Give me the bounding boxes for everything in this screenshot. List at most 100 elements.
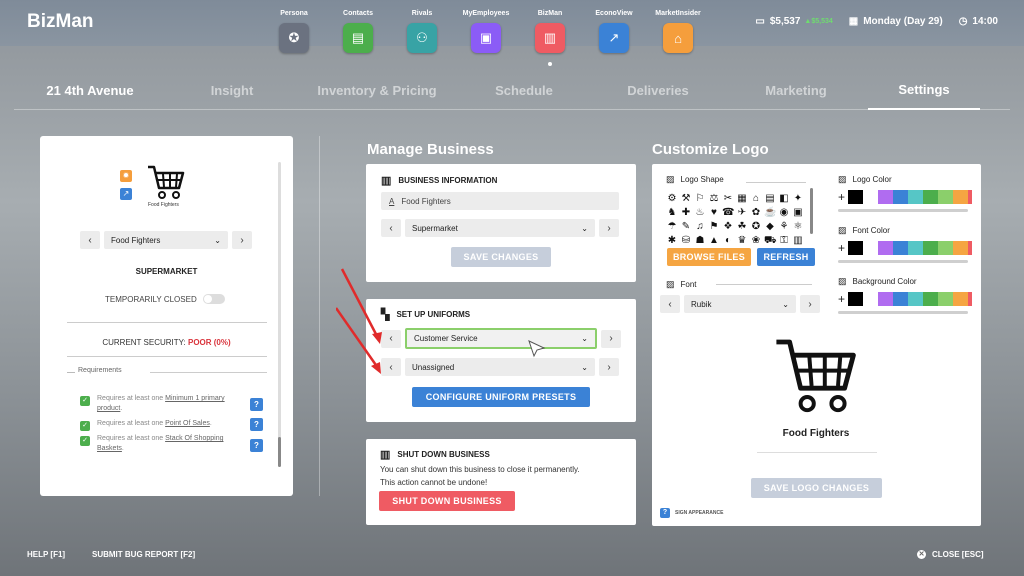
logo-shape-option[interactable]: ✂ bbox=[722, 192, 734, 205]
app-econoview[interactable]: EconoView ↗ bbox=[582, 10, 646, 53]
logo-shape-option[interactable]: ♞ bbox=[666, 206, 678, 219]
chat-icon[interactable]: ▤ bbox=[343, 23, 373, 53]
logo-shape-option[interactable]: ❀ bbox=[750, 234, 762, 247]
logo-shape-option[interactable]: ⚖ bbox=[708, 192, 720, 205]
logo-shape-option[interactable]: ⛟ bbox=[764, 234, 777, 247]
background-color-slider[interactable] bbox=[838, 311, 968, 314]
logo-shape-option[interactable]: ✎ bbox=[680, 220, 692, 233]
color-swatch[interactable] bbox=[953, 190, 969, 204]
logo-shape-option[interactable]: ☕ bbox=[764, 206, 776, 219]
logo-shape-option[interactable]: ⚙ bbox=[666, 192, 678, 205]
configure-uniform-presets-button[interactable]: CONFIGURE UNIFORM PRESETS bbox=[412, 387, 590, 407]
prev-font-button[interactable]: ‹ bbox=[660, 295, 680, 313]
logo-shape-option[interactable]: ⚿ bbox=[778, 234, 790, 247]
color-swatch[interactable] bbox=[863, 241, 879, 255]
next-font-button[interactable]: › bbox=[800, 295, 820, 313]
tab-deliveries[interactable]: Deliveries bbox=[592, 70, 724, 110]
close-button[interactable]: ✕ CLOSE [ESC] bbox=[917, 550, 984, 559]
logo-shape-option[interactable]: ▤ bbox=[764, 192, 776, 205]
shape-scrollbar[interactable] bbox=[810, 188, 813, 234]
help-link[interactable]: HELP [F1] bbox=[27, 550, 65, 559]
color-swatch[interactable] bbox=[938, 292, 954, 306]
logo-shape-option[interactable]: ✦ bbox=[792, 192, 804, 205]
color-swatch[interactable] bbox=[923, 292, 939, 306]
store-icon[interactable]: ▥ bbox=[535, 23, 565, 53]
logo-shape-option[interactable]: ✚ bbox=[680, 206, 692, 219]
sign-appearance[interactable]: ? SIGN APPEARANCE bbox=[660, 508, 723, 518]
color-swatch[interactable] bbox=[968, 292, 973, 306]
settings-mini-icon[interactable]: ✹ bbox=[120, 170, 132, 182]
logo-shape-option[interactable]: ◐ bbox=[722, 234, 734, 247]
uniform-dropdown-2[interactable]: Unassigned ⌄ bbox=[405, 358, 595, 376]
app-contacts[interactable]: Contacts ▤ bbox=[326, 10, 390, 53]
color-swatch[interactable] bbox=[893, 241, 909, 255]
app-marketinsider[interactable]: MarketInsider ⌂ bbox=[646, 10, 710, 53]
logo-shape-option[interactable]: ◧ bbox=[778, 192, 790, 205]
color-swatch[interactable] bbox=[923, 241, 939, 255]
color-swatch[interactable] bbox=[938, 241, 954, 255]
logo-shape-option[interactable]: ✱ bbox=[666, 234, 678, 247]
logo-shape-option[interactable]: ⚐ bbox=[694, 192, 706, 205]
trend-icon[interactable]: ↗ bbox=[599, 23, 629, 53]
logo-shape-option[interactable]: ♥ bbox=[708, 206, 720, 219]
tab-address[interactable]: 21 4th Avenue bbox=[14, 70, 166, 110]
refresh-button[interactable]: REFRESH bbox=[757, 248, 815, 266]
next-uniform-button[interactable]: › bbox=[599, 358, 619, 376]
tab-marketing[interactable]: Marketing bbox=[724, 70, 868, 110]
requirement-link[interactable]: Point Of Sales bbox=[165, 420, 210, 427]
color-swatch[interactable] bbox=[863, 190, 879, 204]
color-swatch[interactable] bbox=[908, 190, 924, 204]
logo-shape-option[interactable]: ⚛ bbox=[792, 220, 804, 233]
business-type-dropdown[interactable]: Supermarket ⌄ bbox=[405, 219, 595, 237]
app-bizman[interactable]: BizMan ▥ bbox=[518, 10, 582, 66]
save-changes-button[interactable]: SAVE CHANGES bbox=[451, 247, 551, 267]
color-swatch[interactable] bbox=[893, 190, 909, 204]
color-swatch[interactable] bbox=[848, 241, 864, 255]
prev-business-button[interactable]: ‹ bbox=[80, 231, 100, 249]
color-swatch[interactable] bbox=[863, 292, 879, 306]
logo-shape-option[interactable]: ✈ bbox=[736, 206, 748, 219]
prev-type-button[interactable]: ‹ bbox=[381, 219, 401, 237]
logo-shape-option[interactable]: ♨ bbox=[694, 206, 706, 219]
save-logo-changes-button[interactable]: SAVE LOGO CHANGES bbox=[751, 478, 882, 498]
tab-inventory-pricing[interactable]: Inventory & Pricing bbox=[298, 70, 456, 110]
business-dropdown[interactable]: Food Fighters ⌄ bbox=[104, 231, 228, 249]
logo-shape-option[interactable]: ◉ bbox=[778, 206, 790, 219]
tab-insight[interactable]: Insight bbox=[166, 70, 298, 110]
tab-settings[interactable]: Settings bbox=[868, 70, 980, 110]
color-swatch[interactable] bbox=[908, 292, 924, 306]
star-badge-icon[interactable]: ✪ bbox=[279, 23, 309, 53]
id-badge-icon[interactable]: ▣ bbox=[471, 23, 501, 53]
temporarily-closed-toggle[interactable] bbox=[202, 294, 225, 304]
color-swatch[interactable] bbox=[968, 190, 973, 204]
card-scrollbar[interactable] bbox=[278, 162, 281, 467]
color-swatch[interactable] bbox=[923, 190, 939, 204]
app-myemployees[interactable]: MyEmployees ▣ bbox=[454, 10, 518, 53]
logo-shape-option[interactable]: ◆ bbox=[764, 220, 776, 233]
font-color-slider[interactable] bbox=[838, 260, 968, 263]
logo-shape-option[interactable]: ⚑ bbox=[708, 220, 720, 233]
logo-shape-option[interactable]: ✿ bbox=[750, 206, 762, 219]
help-button[interactable]: ? bbox=[250, 418, 263, 431]
next-uniform-button[interactable]: › bbox=[601, 329, 621, 348]
logo-shape-option[interactable]: ☎ bbox=[722, 206, 734, 219]
add-color-icon[interactable]: + bbox=[838, 190, 845, 204]
logo-shape-option[interactable]: ✪ bbox=[750, 220, 762, 233]
business-name-input[interactable]: A Food Fighters bbox=[381, 192, 619, 210]
house-chart-icon[interactable]: ⌂ bbox=[663, 23, 693, 53]
logo-shape-option[interactable]: ⛁ bbox=[680, 234, 692, 247]
logo-shape-option[interactable]: ❖ bbox=[722, 220, 734, 233]
next-type-button[interactable]: › bbox=[599, 219, 619, 237]
logo-shape-option[interactable]: ☗ bbox=[694, 234, 706, 247]
logo-shape-option[interactable]: ▣ bbox=[792, 206, 804, 219]
color-swatch[interactable] bbox=[938, 190, 954, 204]
logo-shape-option[interactable]: ⌂ bbox=[750, 192, 762, 205]
color-swatch[interactable] bbox=[878, 292, 894, 306]
trend-mini-icon[interactable]: ↗ bbox=[120, 188, 132, 200]
logo-color-slider[interactable] bbox=[838, 209, 968, 212]
font-dropdown[interactable]: Rubik ⌄ bbox=[684, 295, 796, 313]
color-swatch[interactable] bbox=[878, 190, 894, 204]
logo-shape-option[interactable]: ⚘ bbox=[778, 220, 790, 233]
color-swatch[interactable] bbox=[908, 241, 924, 255]
logo-shape-option[interactable]: ♛ bbox=[736, 234, 748, 247]
